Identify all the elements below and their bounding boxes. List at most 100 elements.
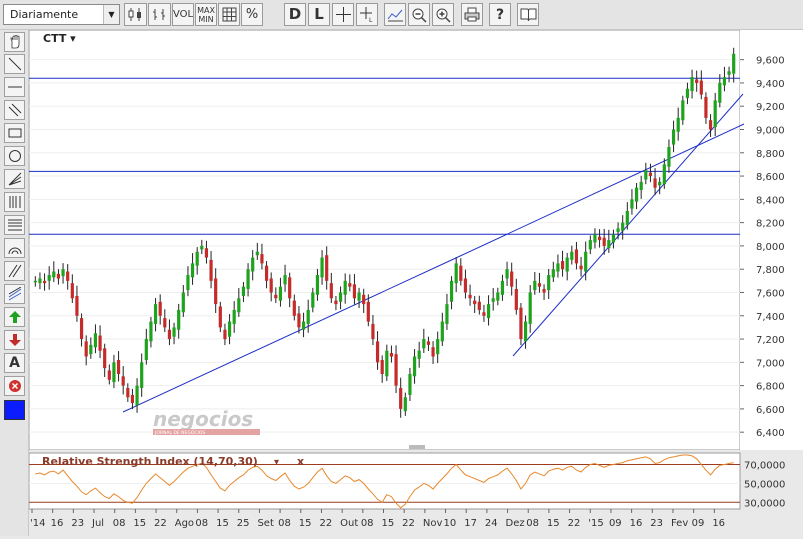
rsi-tick-label: 50,0000 — [744, 479, 785, 490]
chevron-down-icon[interactable]: ▼ — [103, 5, 119, 24]
fibonacci-time-tool-icon[interactable] — [4, 192, 25, 212]
rsi-dropdown[interactable]: ▾ — [274, 457, 279, 468]
x-tick-label: 22 — [402, 518, 415, 529]
arrow-down-icon[interactable] — [4, 330, 25, 350]
watermark-subtext: JORNAL DE NEGÓCIOS — [154, 429, 205, 436]
price-chart[interactable]: 9,600 9,400 9,200 9,000 8,800 8,600 8,400 8,200… — [28, 29, 803, 451]
price-chart-panel: 9,600 9,400 9,200 9,000 8,800 8,600 8,400 8,200… — [28, 29, 803, 451]
y-tick-label: 7,200 — [756, 335, 785, 346]
x-tick-label: '15 — [588, 518, 603, 529]
horizontal-line-tool-icon[interactable] — [4, 77, 25, 97]
x-tick-label: 23 — [71, 518, 84, 529]
x-tick-label: Out — [340, 518, 358, 529]
ohlc-icon[interactable] — [148, 3, 171, 26]
percent-button[interactable]: % — [241, 3, 263, 26]
grid-icon[interactable] — [218, 3, 240, 26]
x-tick-label: 15 — [299, 518, 312, 529]
x-tick-label: Jul — [91, 518, 104, 529]
circle-tool-icon[interactable] — [4, 146, 25, 166]
line-chart-icon[interactable] — [384, 3, 406, 26]
x-tick-label: 08 — [113, 518, 126, 529]
svg-text:L: L — [369, 17, 373, 22]
y-tick-label: 9,200 — [756, 102, 785, 113]
x-tick-label: 25 — [237, 518, 250, 529]
symbol-label[interactable]: CTT ▾ — [43, 32, 76, 45]
d-label: D — [288, 5, 302, 23]
x-tick-label: 08 — [526, 518, 539, 529]
l-button[interactable]: L — [308, 3, 330, 26]
rectangle-tool-icon[interactable] — [4, 123, 25, 143]
hand-icon[interactable] — [4, 32, 25, 52]
x-tick-label: 22 — [319, 518, 332, 529]
watermark-logo: negocios JORNAL DE NEGÓCIOS — [153, 407, 260, 436]
zoom-out-icon[interactable] — [408, 3, 430, 26]
x-tick-label: '14 — [30, 518, 45, 529]
y-tick-label: 9,000 — [756, 125, 785, 136]
y-tick-label: 8,800 — [756, 149, 785, 160]
color-picker-swatch[interactable] — [4, 400, 25, 420]
candlestick-icon[interactable] — [124, 3, 147, 26]
y-tick-label: 7,400 — [756, 312, 785, 323]
rsi-panel: 70,0000 50,0000 30,0000 Relative Strength … — [28, 450, 803, 536]
fan-tool-icon[interactable] — [4, 169, 25, 189]
y-tick-label: 9,400 — [756, 79, 785, 90]
x-tick-label: Fev — [671, 518, 688, 529]
x-tick-label: 08 — [278, 518, 291, 529]
y-tick-label: 8,600 — [756, 172, 785, 183]
zoom-in-icon[interactable] — [432, 3, 454, 26]
x-tick-label: 10 — [444, 518, 457, 529]
x-tick-label: 15 — [216, 518, 229, 529]
delete-drawings-icon[interactable] — [4, 376, 25, 396]
y-tick-label: 7,600 — [756, 288, 785, 299]
crosshair-icon[interactable] — [332, 3, 354, 26]
x-tick-label: 16 — [630, 518, 643, 529]
x-tick-label: 24 — [485, 518, 498, 529]
y-tick-label: 6,400 — [756, 428, 785, 439]
x-tick-label: 15 — [382, 518, 395, 529]
crosshair-value-icon[interactable]: L — [356, 3, 378, 26]
x-tick-label: 09 — [692, 518, 705, 529]
y-tick-label: 6,800 — [756, 382, 785, 393]
percent-label: % — [245, 7, 259, 22]
maxmin-button[interactable]: MAX MIN — [195, 3, 217, 26]
trendline-tool-icon[interactable] — [4, 54, 25, 74]
channel-tool-icon[interactable] — [4, 100, 25, 120]
period-select[interactable]: Diariamente ▼ — [3, 4, 120, 25]
help-button[interactable]: ? — [489, 3, 511, 26]
y-tick-label: 8,000 — [756, 242, 785, 253]
volume-label: VOL — [172, 8, 194, 20]
min-label: MIN — [198, 14, 214, 24]
max-label: MAX — [197, 5, 215, 15]
parallel-tool-icon[interactable] — [4, 261, 25, 281]
arrow-up-icon[interactable] — [4, 307, 25, 327]
x-tick-label: 08 — [195, 518, 208, 529]
toolbar: Diariamente ▼ VOL MAX MIN % D L L ? — [0, 0, 803, 30]
y-tick-label: 8,200 — [756, 219, 785, 230]
x-tick-label: 15 — [133, 518, 146, 529]
text-tool-icon[interactable]: A — [4, 353, 25, 373]
y-tick-label: 7,800 — [756, 265, 785, 276]
l-label: L — [314, 5, 324, 23]
rsi-chart[interactable]: 70,0000 50,0000 30,0000 Relative Strength … — [28, 450, 803, 536]
y-tick-label: 9,600 — [756, 56, 785, 67]
rsi-label[interactable]: Relative Strength Index (14,70,30) — [42, 455, 258, 468]
x-tick-label: Set — [257, 518, 274, 529]
print-icon[interactable] — [461, 3, 483, 26]
x-tick-label: 22 — [568, 518, 581, 529]
fibonacci-retracement-tool-icon[interactable] — [4, 215, 25, 235]
rsi-close-button[interactable]: x — [297, 455, 304, 468]
candle — [519, 302, 523, 346]
rsi-tick-label: 30,0000 — [744, 498, 785, 509]
watermark-text: negocios — [153, 407, 253, 431]
x-tick-label: 16 — [51, 518, 64, 529]
y-tick-label: 6,600 — [756, 405, 785, 416]
arc-tool-icon[interactable] — [4, 238, 25, 258]
y-tick-label: 7,000 — [756, 358, 785, 369]
period-value: Diariamente — [10, 8, 79, 21]
x-tick-label: 16 — [712, 518, 725, 529]
book-icon[interactable] — [517, 3, 539, 26]
x-axis: '14 16 23 Jul 08 15 22 Ago 08 15 25 Set 08 15 22 Out 08 1… — [30, 509, 725, 529]
volume-button[interactable]: VOL — [172, 3, 194, 26]
d-button[interactable]: D — [284, 3, 306, 26]
speedline-tool-icon[interactable] — [4, 284, 25, 304]
